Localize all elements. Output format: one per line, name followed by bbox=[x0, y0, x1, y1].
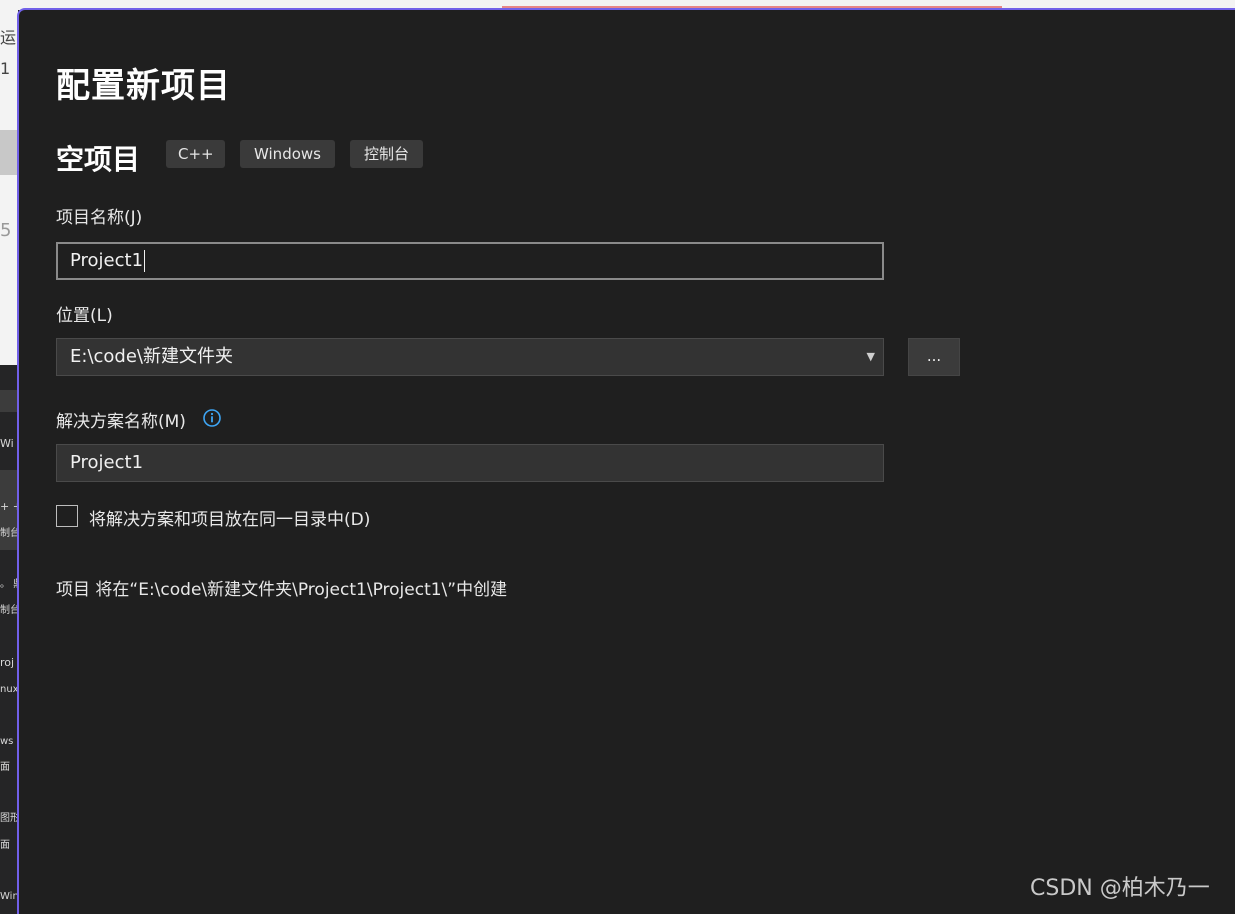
background-window-strip: 运 1 5 Wi + + 制台 。 鼎 制台 roj nux ws 原 面 图形… bbox=[0, 0, 18, 914]
location-combobox[interactable]: E:\code\新建文件夹 ▼ bbox=[56, 338, 884, 376]
bg-text: 图形 bbox=[0, 813, 18, 824]
bg-text: 运 bbox=[0, 28, 17, 47]
tag-windows: Windows bbox=[240, 140, 335, 168]
bg-panel bbox=[0, 175, 18, 365]
same-directory-checkbox[interactable] bbox=[56, 505, 78, 527]
tag-console: 控制台 bbox=[350, 140, 423, 168]
bg-text: ws 原 bbox=[0, 736, 18, 747]
solution-name-input[interactable]: Project1 bbox=[56, 444, 884, 482]
project-name-input[interactable]: Project1 bbox=[56, 242, 884, 280]
chevron-down-icon[interactable]: ▼ bbox=[867, 339, 875, 375]
bg-text: 制台 bbox=[0, 528, 18, 539]
location-label: 位置(L) bbox=[56, 306, 113, 326]
bg-text: 。 鼎 bbox=[0, 579, 18, 590]
bg-panel bbox=[0, 390, 18, 412]
project-name-label: 项目名称(J) bbox=[56, 208, 143, 228]
text-caret bbox=[144, 250, 146, 272]
template-name: 空项目 bbox=[56, 143, 141, 176]
solution-name-value: Project1 bbox=[70, 452, 144, 473]
bg-text: 制台 bbox=[0, 605, 18, 616]
watermark-text: CSDN @柏木乃一 bbox=[1030, 876, 1210, 901]
browse-button[interactable]: ... bbox=[908, 338, 960, 376]
bg-text: 面 bbox=[0, 762, 10, 773]
configure-project-dialog: 配置新项目 空项目 C++ Windows 控制台 项目名称(J) Projec… bbox=[17, 8, 1235, 914]
bg-text: nux bbox=[0, 684, 18, 695]
solution-name-label: 解决方案名称(M) bbox=[56, 412, 186, 432]
tag-cpp: C++ bbox=[166, 140, 225, 168]
bg-panel bbox=[0, 130, 18, 175]
bg-text: 1 bbox=[0, 59, 11, 78]
location-value: E:\code\新建文件夹 bbox=[70, 346, 233, 367]
same-directory-label[interactable]: 将解决方案和项目放在同一目录中(D) bbox=[89, 505, 370, 530]
bg-text: roj bbox=[0, 656, 15, 669]
bg-text: + + bbox=[0, 500, 18, 513]
bg-text: 面 bbox=[0, 840, 10, 851]
bg-text: 5 bbox=[0, 220, 12, 241]
bg-text: Wi bbox=[0, 437, 14, 450]
create-path-text: 项目 将在“E:\code\新建文件夹\Project1\Project1\”中… bbox=[56, 580, 508, 600]
project-name-value: Project1 bbox=[70, 250, 144, 271]
page-title: 配置新项目 bbox=[56, 66, 231, 106]
bg-text: Win bbox=[0, 891, 18, 902]
info-icon[interactable] bbox=[203, 409, 221, 427]
